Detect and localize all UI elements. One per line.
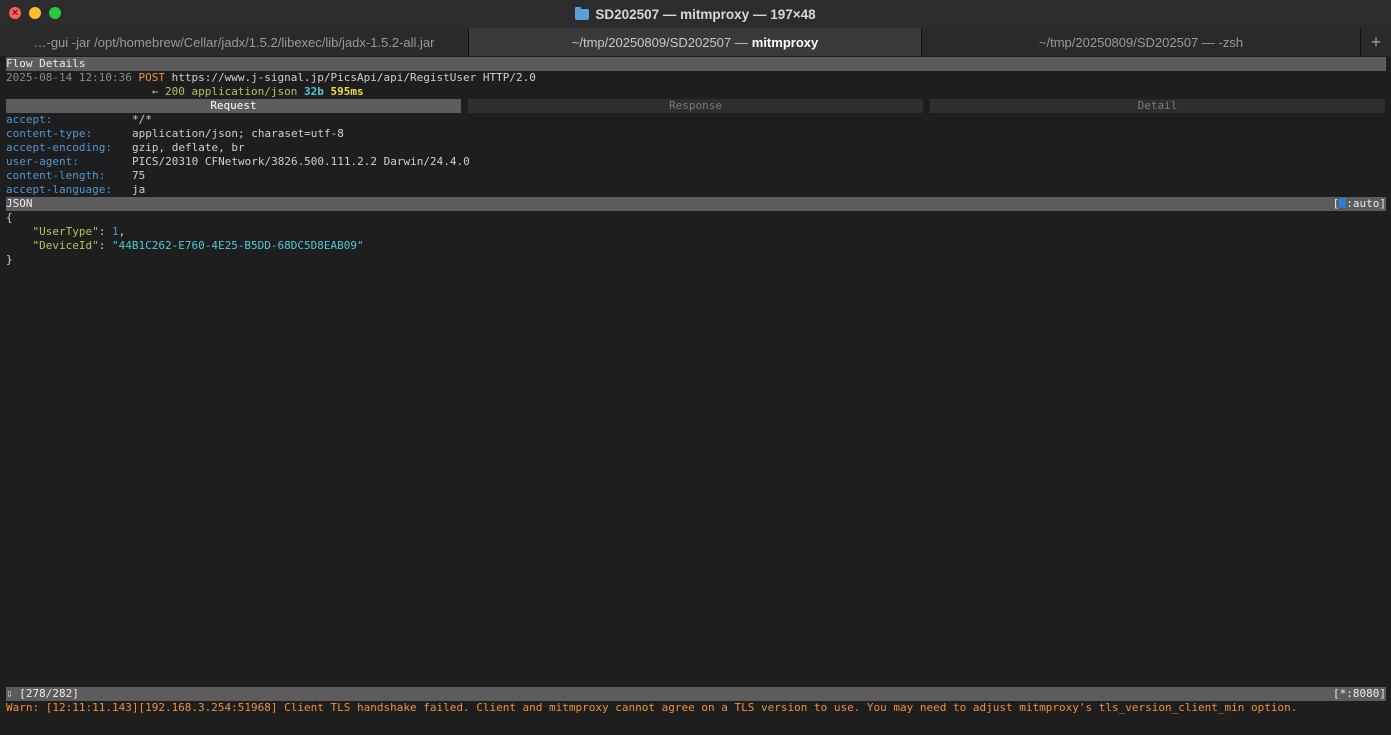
flow-position: ⇩ [278/282] xyxy=(6,687,79,700)
json-close-brace: } xyxy=(6,253,13,266)
response-size: 32b xyxy=(304,85,324,98)
new-tab-button[interactable]: + xyxy=(1361,28,1391,56)
header-key: accept: xyxy=(6,113,53,126)
header-value: ja xyxy=(132,183,146,196)
window-title-text: SD202507 — mitmproxy — 197×48 xyxy=(595,6,816,22)
event-log-warning: Warn: [12:11:11.143][192.168.3.254:51968… xyxy=(6,701,1298,714)
flow-response-line: ← 200 application/json 32b 595ms xyxy=(6,85,1386,99)
header-key: accept-encoding: xyxy=(6,141,112,154)
request-headers: accept: */* content-type: application/json… xyxy=(6,113,1386,197)
header-key: accept-language: xyxy=(6,183,112,196)
json-open-brace: { xyxy=(6,211,13,224)
window-controls: × xyxy=(9,7,61,19)
minimize-button[interactable] xyxy=(29,7,41,19)
json-value: "44B1C262-E760-4E25-B5DD-68DC5D8EAB09" xyxy=(111,239,364,252)
view-mode-bracket: [ xyxy=(1332,197,1340,210)
response-duration: 595ms xyxy=(330,85,364,98)
header-key: content-type: xyxy=(6,127,93,140)
json-key: "DeviceId" xyxy=(32,239,99,252)
header-row: accept: */* xyxy=(6,113,1386,127)
json-sep: : xyxy=(98,225,112,238)
flow-url: https://www.j-signal.jp/PicsApi/api/Regi… xyxy=(171,71,536,84)
response-arrow: ← xyxy=(151,85,159,98)
title-bar: × SD202507 — mitmproxy — 197×48 xyxy=(0,0,1391,28)
body-view-bar: JSON [ :auto] xyxy=(6,197,1386,211)
tab-label: ~/tmp/20250809/SD202507 — -zsh xyxy=(1038,34,1244,50)
close-icon: × xyxy=(11,7,19,18)
tab-detail[interactable]: Detail xyxy=(930,99,1385,113)
detail-tabs: Request Response Detail xyxy=(6,99,1386,113)
content-type: application/json xyxy=(191,85,298,98)
header-value: PICS/20310 CFNetwork/3826.500.111.2.2 Da… xyxy=(132,155,470,168)
tab-bar: …-gui -jar /opt/homebrew/Cellar/jadx/1.5… xyxy=(0,28,1391,56)
header-key: user-agent: xyxy=(6,155,79,168)
json-trail: , xyxy=(118,225,126,238)
header-value: 75 xyxy=(132,169,146,182)
listen-address: [*:8080] xyxy=(1333,687,1386,700)
terminal-content[interactable]: Flow Details 2025-08-14 12:10:36 POST ht… xyxy=(6,57,1386,267)
header-value: application/json; charaset=utf-8 xyxy=(132,127,344,140)
folder-icon xyxy=(575,6,590,20)
flow-details-header: Flow Details xyxy=(6,57,1386,71)
header-row: content-type: application/json; charaset=… xyxy=(6,127,1386,141)
view-mode-indicator[interactable]: [ :auto] xyxy=(1333,197,1386,211)
tab-jadx[interactable]: …-gui -jar /opt/homebrew/Cellar/jadx/1.5… xyxy=(0,28,469,56)
body-view-label: JSON xyxy=(6,197,33,210)
tab-request[interactable]: Request xyxy=(6,99,461,113)
header-row: accept-encoding: gzip, deflate, br xyxy=(6,141,1386,155)
header-row: user-agent: PICS/20310 CFNetwork/3826.500… xyxy=(6,155,1386,169)
header-value: */* xyxy=(132,113,152,126)
flow-method: POST xyxy=(138,71,165,84)
json-entry: "UserType": 1, xyxy=(6,225,1386,239)
header-row: accept-language: ja xyxy=(6,183,1386,197)
plus-icon: + xyxy=(1370,31,1382,52)
tab-response[interactable]: Response xyxy=(468,99,923,113)
window-title: SD202507 — mitmproxy — 197×48 xyxy=(575,6,816,22)
view-mode-label: :auto] xyxy=(1346,197,1386,210)
tab-label-process: mitmproxy xyxy=(751,34,819,50)
tab-label: ~/tmp/20250809/SD202507 — xyxy=(571,34,748,50)
status-code: 200 xyxy=(164,85,185,98)
json-sep: : xyxy=(98,239,112,252)
json-entry: "DeviceId": "44B1C262-E760-4E25-B5DD-68D… xyxy=(6,239,1386,253)
close-button[interactable]: × xyxy=(9,7,21,19)
tab-mitmproxy[interactable]: ~/tmp/20250809/SD202507 — mitmproxy xyxy=(469,28,922,56)
json-key: "UserType" xyxy=(32,225,99,238)
header-row: content-length: 75 xyxy=(6,169,1386,183)
header-value: gzip, deflate, br xyxy=(132,141,245,154)
flow-request-line: 2025-08-14 12:10:36 POST https://www.j-s… xyxy=(6,71,1386,85)
header-key: content-length: xyxy=(6,169,106,182)
flow-timestamp: 2025-08-14 12:10:36 xyxy=(6,71,132,84)
json-value: 1 xyxy=(111,225,119,238)
status-bar: ⇩ [278/282] [*:8080] xyxy=(6,687,1386,701)
tab-zsh[interactable]: ~/tmp/20250809/SD202507 — -zsh xyxy=(922,28,1361,56)
tab-label: …-gui -jar /opt/homebrew/Cellar/jadx/1.5… xyxy=(33,34,435,50)
zoom-button[interactable] xyxy=(49,7,61,19)
